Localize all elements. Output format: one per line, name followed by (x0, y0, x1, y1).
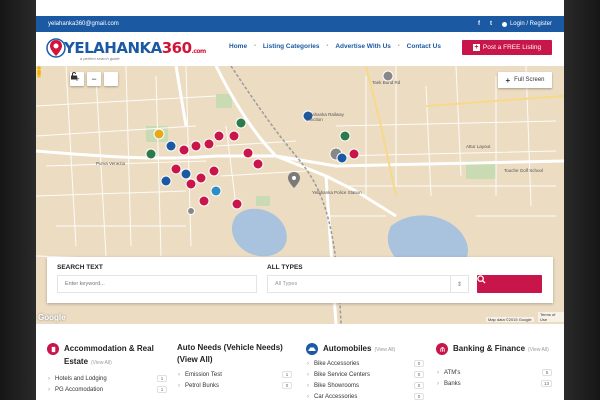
building-icon (47, 343, 59, 355)
item-count: 1 (282, 371, 292, 378)
left-background (0, 0, 36, 400)
post-button-label: Post a FREE Listing (482, 44, 542, 51)
item-count: 1 (157, 386, 167, 393)
fullscreen-button[interactable]: + Full Screen (498, 72, 552, 88)
search-input[interactable] (57, 275, 257, 293)
facebook-icon[interactable]: f (478, 21, 480, 27)
category-item[interactable]: Hotels and Lodging1 (47, 373, 167, 384)
category-item[interactable]: Emission Test1 (177, 369, 292, 380)
category-automobiles: Automobiles(View All) Bike Accessories0 … (306, 342, 424, 400)
item-count: 0 (414, 371, 424, 378)
all-types-label: ALL TYPES (267, 264, 303, 271)
google-logo: Google (38, 313, 66, 322)
view-all-link[interactable]: (View All) (91, 360, 112, 366)
right-background (564, 0, 600, 400)
item-count: 0 (282, 382, 292, 389)
search-text-label: SEARCH TEXT (57, 264, 103, 271)
search-panel: SEARCH TEXT ALL TYPES All Types ⇕ (47, 257, 553, 303)
category-item[interactable]: Car Accessories0 (306, 391, 424, 400)
street-view-pegman-icon[interactable] (36, 66, 42, 78)
view-all-link[interactable]: (View All) (374, 347, 395, 353)
car-icon (306, 343, 318, 355)
logo-tagline: a perfect search guide (80, 56, 120, 61)
category-item[interactable]: Banks13 (436, 378, 552, 389)
nav-advertise[interactable]: Advertise With Us (328, 43, 398, 50)
login-register-link[interactable]: Login / Register (501, 21, 552, 27)
nav-listing-categories[interactable]: Listing Categories (256, 43, 327, 50)
categories-section: Accommodation & Real Estate(View All) Ho… (36, 324, 564, 400)
item-count: 1 (157, 375, 167, 382)
lock-icon (71, 72, 77, 80)
zoom-out-button[interactable]: − (87, 72, 101, 86)
nav-home[interactable]: Home (222, 43, 254, 50)
map-label-tank: Tank Bund Rd (372, 80, 401, 85)
item-count: 0 (414, 382, 424, 389)
type-select[interactable]: All Types ⇕ (267, 275, 469, 293)
twitter-icon[interactable]: t (490, 21, 492, 27)
type-select-value: All Types (275, 281, 298, 287)
category-item[interactable]: Bike Service Centers0 (306, 369, 424, 380)
search-icon (477, 275, 486, 284)
map-attribution: Map data ©2015 Google (486, 317, 534, 322)
map-terms-link[interactable]: Terms of Use (538, 312, 564, 322)
select-arrows-icon: ⇕ (450, 276, 468, 292)
category-auto-needs: Auto Needs (Vehicle Needs) (View All) Em… (177, 342, 292, 391)
map-label-attur: Attur Layout (466, 144, 491, 149)
search-button[interactable] (477, 275, 542, 293)
nav-contact[interactable]: Contact Us (400, 43, 448, 50)
plus-icon: + (472, 44, 480, 51)
location-pin (288, 172, 300, 188)
item-count: 5 (542, 369, 552, 376)
category-item[interactable]: PG Accomodation1 (47, 384, 167, 395)
logo-wordmark: YELAHANKA360.com (64, 39, 206, 57)
site-logo[interactable]: YELAHANKA360.com a perfect search guide (46, 37, 206, 61)
category-item[interactable]: Bike Showrooms0 (306, 380, 424, 391)
header: YELAHANKA360.com a perfect search guide … (36, 32, 564, 66)
lake-shape (231, 208, 287, 257)
category-accommodation: Accommodation & Real Estate(View All) Ho… (47, 342, 167, 395)
category-title[interactable]: Automobiles (View All) (323, 342, 395, 357)
main-nav: Home • Listing Categories • Advertise Wi… (222, 43, 448, 50)
page: yelahanka360@gmail.com f t Login / Regis… (36, 0, 564, 400)
map-label-station: Yelahanka Railway Junction (306, 112, 344, 122)
view-all-link[interactable]: (View All) (528, 347, 549, 353)
map-label-police: Yelahanka Police Station (312, 190, 362, 195)
item-count: 0 (414, 360, 424, 367)
map-view[interactable]: Purva Venezia Yelahanka Railway Junction… (36, 66, 564, 324)
login-label: Login / Register (509, 21, 552, 27)
map-label-purva: Purva Venezia (96, 161, 126, 166)
category-item[interactable]: Bike Accessories0 (306, 358, 424, 369)
expand-icon: + (505, 75, 511, 85)
map-label-golf: Touche Golf School (504, 168, 544, 173)
category-title[interactable]: Auto Needs (Vehicle Needs) (View All) (177, 342, 292, 366)
top-bar: yelahanka360@gmail.com f t Login / Regis… (36, 16, 564, 32)
user-icon (501, 21, 507, 27)
unlock-map-button[interactable] (71, 72, 118, 86)
category-banking: Banking & Finance(View All) ATM's5 Banks… (436, 342, 552, 389)
map-controls: + − (70, 72, 118, 86)
category-item[interactable]: ATM's5 (436, 367, 552, 378)
category-item[interactable]: Petrol Bunks0 (177, 380, 292, 391)
map-pin-logo-icon (46, 38, 66, 58)
post-free-listing-button[interactable]: + Post a FREE Listing (462, 40, 552, 55)
item-count: 0 (414, 393, 424, 400)
category-title[interactable]: Banking & Finance (View All) (453, 342, 549, 357)
fullscreen-label: Full Screen (514, 77, 545, 83)
bank-icon (436, 343, 448, 355)
item-count: 13 (540, 380, 552, 387)
contact-email[interactable]: yelahanka360@gmail.com (48, 21, 119, 27)
category-title[interactable]: Accommodation & Real Estate (View All) (64, 342, 167, 370)
